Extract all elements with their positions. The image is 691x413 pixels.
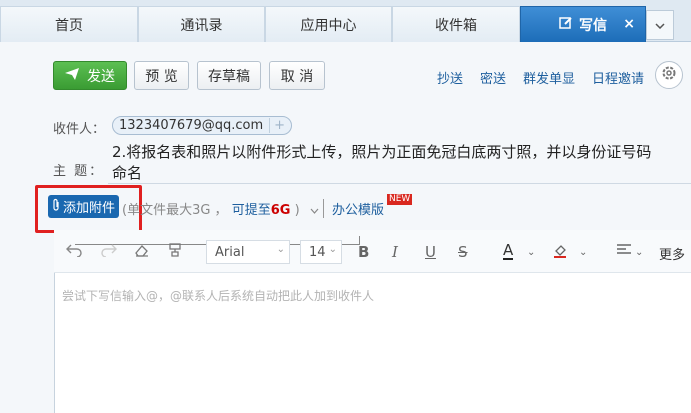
schedule-invite-link[interactable]: 日程邀请 — [592, 68, 644, 87]
divider — [108, 183, 691, 184]
bcc-link[interactable]: 密送 — [480, 68, 506, 87]
recipient-email: 1323407679@qq.com — [119, 118, 264, 133]
send-label: 发送 — [87, 68, 115, 85]
new-badge: NEW — [387, 194, 413, 205]
more-button[interactable]: 更多 — [659, 244, 685, 263]
cancel-label: 取 消 — [280, 68, 314, 85]
font-color-button[interactable]: A — [503, 243, 514, 260]
subject-input[interactable]: 2.将报名表和照片以附件形式上传，照片为正面免冠白底两寸照，并以身份证号码命名 — [112, 142, 657, 184]
redo-icon[interactable] — [101, 243, 117, 261]
settings-button[interactable] — [655, 61, 683, 89]
send-icon — [65, 67, 79, 84]
tab-inbox[interactable]: 收件箱 — [392, 6, 520, 42]
chevron-down-icon[interactable]: ⌄ — [635, 247, 643, 258]
italic-button[interactable]: I — [392, 243, 398, 261]
chevron-down-icon — [655, 18, 665, 33]
attachment-limit-info: (单文件最大3G ， 可提至6G ) — [122, 199, 319, 218]
preview-label: 预 览 — [145, 68, 178, 85]
tab-compose[interactable]: 写信 × — [520, 6, 646, 42]
underline-button[interactable]: U — [425, 243, 436, 261]
font-size-select[interactable]: 14 ⌄ — [300, 240, 342, 264]
align-icon[interactable] — [616, 243, 632, 261]
close-icon[interactable]: × — [623, 16, 635, 32]
group-send-link[interactable]: 群发单显 — [523, 68, 575, 87]
cc-link[interactable]: 抄送 — [437, 68, 463, 87]
tab-home[interactable]: 首页 — [0, 6, 138, 42]
add-attachment-button[interactable]: 添加附件 — [48, 195, 119, 218]
recipient-label: 收件人： — [53, 122, 106, 137]
tab-more-button[interactable] — [646, 10, 674, 40]
recipient-chip[interactable]: 1323407679@qq.com + — [112, 116, 293, 135]
tab-label: 收件箱 — [435, 17, 477, 34]
chevron-down-icon[interactable]: ⌄ — [527, 247, 535, 258]
tab-label: 首页 — [55, 17, 83, 34]
tab-label: 写信 — [579, 17, 607, 34]
editor-placeholder: 尝试下写信输入@，@联系人后系统自动把此人加到收件人 — [62, 289, 375, 303]
highlight-color-icon[interactable] — [552, 243, 568, 263]
office-template-link[interactable]: 办公模版 — [323, 199, 384, 218]
limit-text: (单文件最大3G ， — [122, 203, 228, 218]
upgrade-size: 6G — [270, 203, 291, 218]
font-family-value: Arial — [215, 244, 245, 260]
gear-icon — [661, 65, 677, 85]
tab-apps[interactable]: 应用中心 — [265, 6, 392, 42]
subject-label: 主 题： — [53, 164, 105, 179]
font-size-value: 14 — [309, 244, 326, 260]
add-recipient-button[interactable]: + — [269, 118, 285, 133]
send-button[interactable]: 发送 — [53, 61, 127, 90]
tab-bar: 首页 通讯录 应用中心 收件箱 写信 × — [0, 0, 691, 42]
strikethrough-button[interactable]: S — [458, 243, 468, 261]
edit-icon — [559, 16, 573, 34]
add-attachment-label: 添加附件 — [62, 201, 115, 216]
limit-suffix: ) — [294, 203, 300, 218]
save-draft-label: 存草稿 — [208, 68, 250, 85]
upgrade-link[interactable]: 可提至6G — [232, 203, 291, 218]
bold-button[interactable]: B — [358, 243, 369, 261]
eraser-icon[interactable] — [134, 243, 150, 261]
chevron-down-icon: ⌄ — [328, 244, 337, 255]
chevron-down-icon: ⌄ — [276, 244, 285, 255]
upgrade-label: 可提至 — [231, 203, 271, 218]
tab-contacts[interactable]: 通讯录 — [138, 6, 265, 42]
chevron-down-icon[interactable]: ⌄ — [579, 247, 587, 258]
format-painter-icon[interactable] — [168, 243, 184, 261]
save-draft-button[interactable]: 存草稿 — [197, 61, 261, 90]
paperclip-icon — [52, 198, 60, 215]
chevron-down-icon[interactable] — [310, 203, 319, 218]
tab-label: 通讯录 — [180, 17, 223, 34]
preview-button[interactable]: 预 览 — [134, 61, 189, 90]
cancel-button[interactable]: 取 消 — [269, 61, 325, 90]
font-family-select[interactable]: Arial ⌄ — [206, 240, 290, 264]
tab-label: 应用中心 — [300, 17, 357, 34]
undo-icon[interactable] — [66, 243, 82, 261]
